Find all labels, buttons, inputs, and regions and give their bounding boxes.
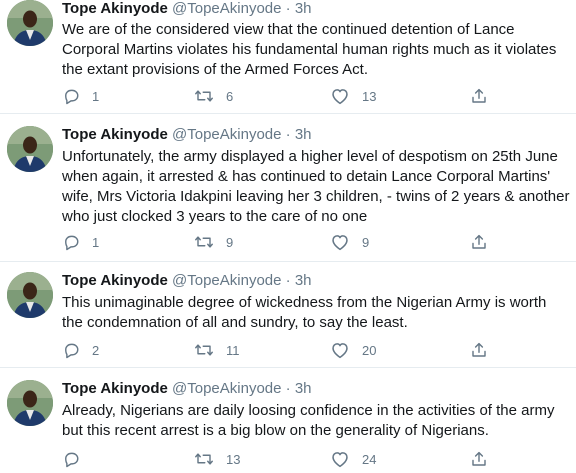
retweet-count: 13 (226, 451, 241, 467)
retweet-icon (195, 344, 213, 356)
retweet-count: 11 (226, 342, 240, 358)
heart-icon (332, 452, 348, 468)
tweet-header: Tope Akinyode @TopeAkinyode · 3h (62, 380, 312, 398)
avatar[interactable] (7, 380, 53, 426)
reply-icon (65, 235, 79, 251)
reply-icon (65, 343, 79, 359)
heart-icon (332, 235, 348, 251)
author-handle[interactable]: @TopeAkinyode (172, 272, 281, 289)
author-name[interactable]: Tope Akinyode (62, 126, 168, 143)
retweet-icon (195, 236, 213, 248)
tweet-time[interactable]: 3h (295, 380, 312, 397)
like-button[interactable]: 24 (330, 449, 376, 469)
retweet-icon (195, 90, 213, 102)
tweet-text-line: who just clocked 3 years to the care of … (62, 208, 368, 225)
separator-dot: · (285, 272, 291, 289)
share-button[interactable] (470, 232, 488, 252)
tweet-text-line: but this recent arrest is a big blow on … (62, 422, 489, 439)
tweet-actions: 1 6 13 (62, 86, 562, 106)
like-count: 13 (362, 88, 377, 104)
share-icon (472, 234, 486, 249)
author-handle[interactable]: @TopeAkinyode (172, 380, 281, 397)
reply-count: 2 (92, 342, 100, 358)
tweet[interactable]: Tope Akinyode @TopeAkinyode · 3h We are … (0, 0, 576, 114)
tweet[interactable]: Tope Akinyode @TopeAkinyode · 3h This un… (0, 272, 576, 368)
like-button[interactable]: 20 (330, 340, 376, 360)
like-button[interactable]: 13 (330, 86, 376, 106)
tweet-time[interactable]: 3h (295, 272, 312, 289)
tweet-text-line: Already, Nigerians are daily loosing con… (62, 402, 555, 419)
like-count: 20 (362, 342, 377, 358)
profile-photo-icon (7, 380, 53, 426)
tweet-actions: 1 9 9 (62, 232, 562, 252)
tweet-header: Tope Akinyode @TopeAkinyode · 3h (62, 126, 312, 144)
author-handle[interactable]: @TopeAkinyode (172, 0, 281, 17)
heart-icon (332, 343, 348, 359)
share-button[interactable] (470, 340, 488, 360)
tweet-text-line: wife, Mrs Victoria Idakpini leaving her … (62, 188, 570, 205)
share-icon (472, 88, 486, 103)
profile-photo-icon (7, 0, 53, 46)
separator-dot: · (285, 126, 291, 143)
tweet-text: We are of the considered view that the c… (62, 20, 570, 80)
author-name[interactable]: Tope Akinyode (62, 0, 168, 17)
tweet-header: Tope Akinyode @TopeAkinyode · 3h (62, 272, 312, 290)
share-icon (472, 451, 486, 466)
tweet-time[interactable]: 3h (295, 0, 312, 17)
tweet[interactable]: Tope Akinyode @TopeAkinyode · 3h Unfortu… (0, 126, 576, 262)
tweet-text: This unimaginable degree of wickedness f… (62, 293, 570, 333)
reply-count: 1 (92, 234, 100, 250)
like-button[interactable]: 9 (330, 232, 369, 252)
share-button[interactable] (470, 86, 488, 106)
tweet-text-line: the condemnation of all and sundry, to s… (62, 314, 408, 331)
tweet-text-line: Unfortunately, the army displayed a high… (62, 148, 558, 165)
retweet-icon (195, 453, 213, 465)
retweet-count: 6 (226, 88, 234, 104)
tweet-text-line: We are of the considered view that the c… (62, 21, 515, 38)
avatar[interactable] (7, 126, 53, 172)
author-name[interactable]: Tope Akinyode (62, 272, 168, 289)
tweet-text-line: This unimaginable degree of wickedness f… (62, 294, 547, 311)
avatar[interactable] (7, 0, 53, 46)
retweet-count: 9 (226, 234, 234, 250)
tweet-text-line: the extant provisions of the Armed Force… (62, 61, 368, 78)
separator-dot: · (285, 0, 291, 17)
retweet-button[interactable]: 6 (194, 86, 233, 106)
tweet[interactable]: Tope Akinyode @TopeAkinyode · 3h Already… (0, 380, 576, 473)
like-count: 9 (362, 234, 370, 250)
retweet-button[interactable]: 13 (194, 449, 240, 469)
author-handle[interactable]: @TopeAkinyode (172, 126, 281, 143)
profile-photo-icon (7, 272, 53, 318)
reply-count: 1 (92, 88, 100, 104)
tweet-time[interactable]: 3h (295, 126, 312, 143)
profile-photo-icon (7, 126, 53, 172)
tweet-actions: 2 11 20 (62, 340, 562, 360)
reply-button[interactable]: 1 (62, 86, 99, 106)
tweet-text: Unfortunately, the army displayed a high… (62, 147, 570, 227)
heart-icon (332, 89, 348, 105)
author-name[interactable]: Tope Akinyode (62, 380, 168, 397)
share-button[interactable] (470, 449, 488, 469)
reply-icon (65, 89, 79, 105)
tweet-text-line: Corporal Martins violates his fundamenta… (62, 41, 557, 58)
tweet-header: Tope Akinyode @TopeAkinyode · 3h (62, 0, 312, 18)
reply-button[interactable] (62, 449, 92, 469)
tweet-text: Already, Nigerians are daily loosing con… (62, 401, 570, 441)
retweet-button[interactable]: 9 (194, 232, 233, 252)
like-count: 24 (362, 451, 377, 467)
separator-dot: · (285, 380, 291, 397)
avatar[interactable] (7, 272, 53, 318)
tweet-actions: 13 24 (62, 449, 562, 469)
reply-icon (65, 452, 79, 468)
tweet-text-line: when again, it arrested & has continued … (62, 168, 551, 185)
reply-button[interactable]: 2 (62, 340, 99, 360)
reply-button[interactable]: 1 (62, 232, 99, 252)
retweet-button[interactable]: 11 (194, 340, 240, 360)
share-icon (472, 342, 486, 357)
